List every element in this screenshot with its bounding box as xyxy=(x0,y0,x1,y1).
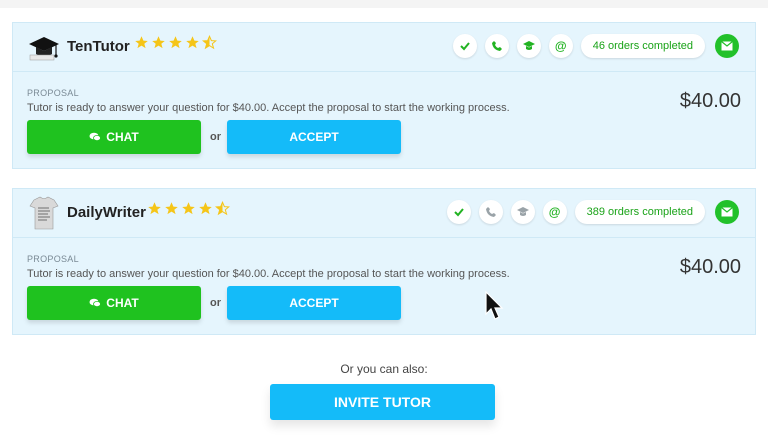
star-icon xyxy=(152,36,165,49)
accept-label: ACCEPT xyxy=(289,296,339,310)
graduation-cap-avatar-icon xyxy=(29,37,59,61)
star-icon xyxy=(165,202,178,215)
or-text: or xyxy=(210,131,221,143)
avatar xyxy=(27,196,61,230)
avatar xyxy=(27,32,61,62)
graduation-cap-icon xyxy=(516,34,541,58)
tutor-name[interactable]: TenTutor xyxy=(67,38,130,55)
proposal-section: PROPOSAL Tutor is ready to answer your q… xyxy=(13,72,755,168)
accept-button[interactable]: ACCEPT xyxy=(227,286,401,320)
message-icon[interactable] xyxy=(715,34,739,58)
accept-button[interactable]: ACCEPT xyxy=(227,120,401,154)
t-shirt-avatar-icon xyxy=(29,196,59,230)
proposal-section: PROPOSAL Tutor is ready to answer your q… xyxy=(13,238,755,334)
proposal-text: Tutor is ready to answer your question f… xyxy=(27,268,510,280)
invite-tutor-button[interactable]: INVITE TUTOR xyxy=(270,384,495,420)
price: $40.00 xyxy=(679,90,741,112)
at-icon: @ xyxy=(542,200,567,224)
message-icon[interactable] xyxy=(715,200,739,224)
check-icon xyxy=(452,34,477,58)
star-icon xyxy=(135,36,148,49)
star-icon xyxy=(186,36,199,49)
chat-button[interactable]: CHAT xyxy=(27,286,201,320)
graduation-cap-icon xyxy=(510,200,535,224)
rating-stars xyxy=(134,35,217,50)
chat-icon xyxy=(89,298,102,307)
orders-completed-badge: 389 orders completed xyxy=(574,200,705,224)
verification-badges: @ 46 orders completed xyxy=(452,34,739,58)
accept-label: ACCEPT xyxy=(289,130,339,144)
half-star-icon xyxy=(202,35,217,50)
check-icon xyxy=(446,200,471,224)
proposal-label: PROPOSAL xyxy=(27,254,79,264)
tutor-name[interactable]: DailyWriter xyxy=(67,204,146,221)
tutor-header: TenTutor @ 46 orders completed xyxy=(13,23,755,72)
or-text: or xyxy=(210,297,221,309)
star-icon xyxy=(199,202,212,215)
half-star-icon xyxy=(215,201,230,216)
verification-badges: @ 389 orders completed xyxy=(446,200,739,224)
price: $40.00 xyxy=(679,256,741,278)
tutor-header: DailyWriter @ 389 orders completed xyxy=(13,189,755,238)
chat-label: CHAT xyxy=(106,130,139,144)
star-icon xyxy=(182,202,195,215)
proposal-label: PROPOSAL xyxy=(27,88,79,98)
phone-icon xyxy=(484,34,509,58)
mouse-cursor-icon xyxy=(485,291,504,320)
at-icon: @ xyxy=(548,34,573,58)
top-strip xyxy=(0,0,768,8)
chat-icon xyxy=(89,132,102,141)
phone-icon xyxy=(478,200,503,224)
alternative-prompt: Or you can also: xyxy=(340,362,428,376)
tutor-card: DailyWriter @ 389 orders completed PROPO… xyxy=(12,188,756,335)
chat-label: CHAT xyxy=(106,296,139,310)
star-icon xyxy=(169,36,182,49)
tutor-card: TenTutor @ 46 orders completed PROPOSAL … xyxy=(12,22,756,169)
orders-completed-badge: 46 orders completed xyxy=(580,34,705,58)
rating-stars xyxy=(147,201,230,216)
chat-button[interactable]: CHAT xyxy=(27,120,201,154)
star-icon xyxy=(148,202,161,215)
proposal-text: Tutor is ready to answer your question f… xyxy=(27,102,510,114)
